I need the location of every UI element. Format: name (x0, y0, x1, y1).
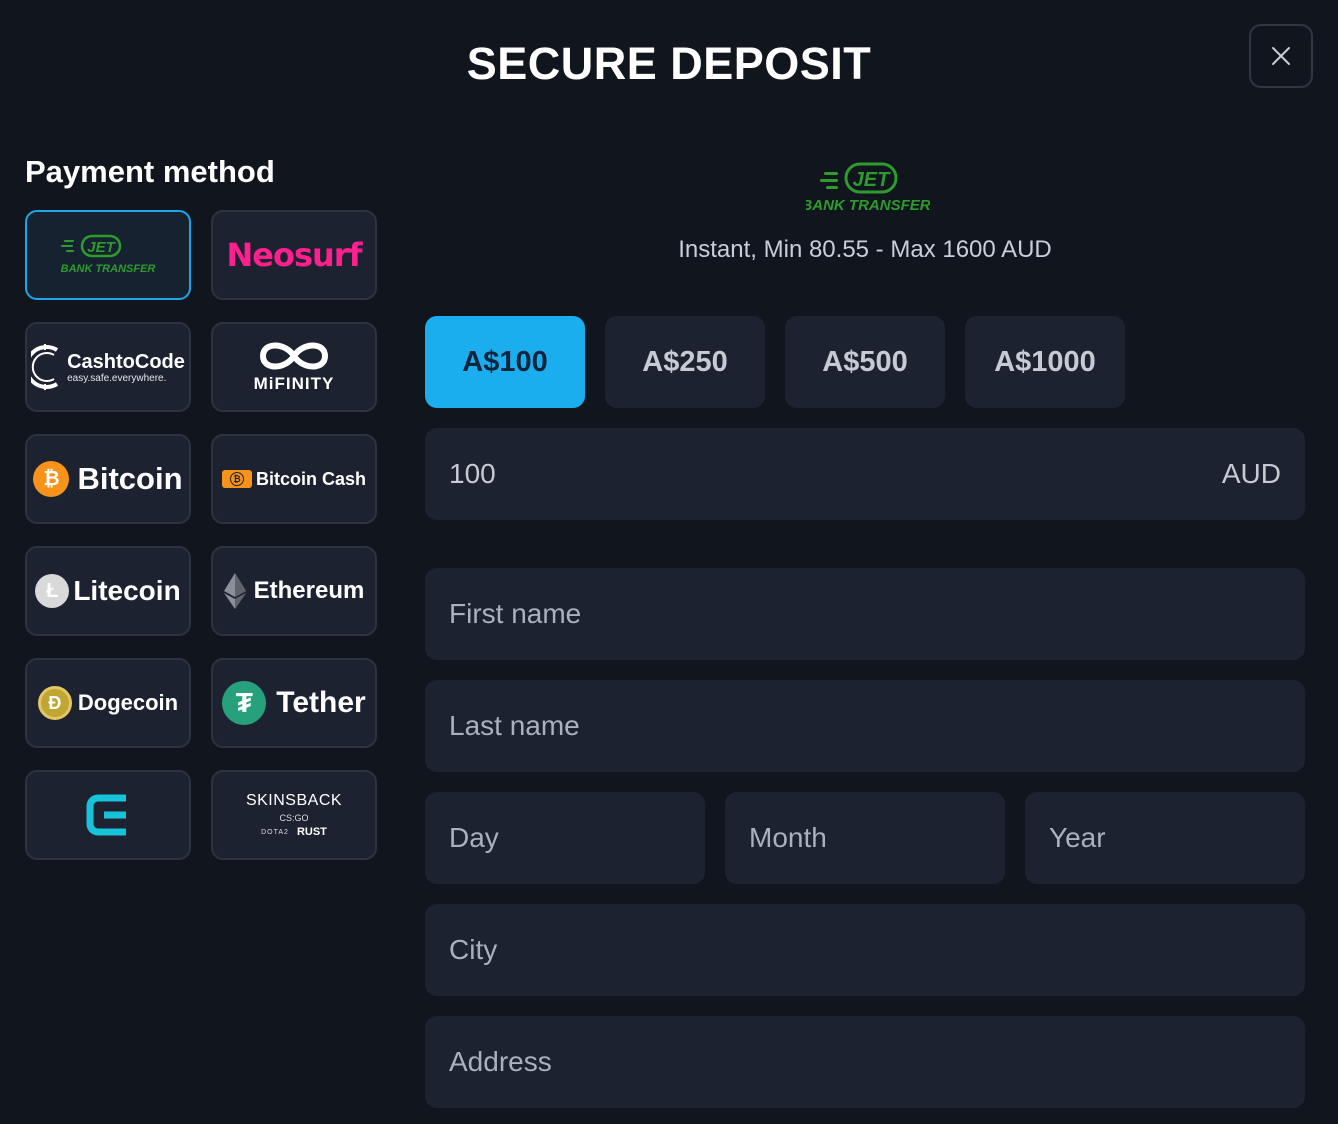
city-input[interactable] (449, 934, 1281, 966)
cashtocode-tagline: easy.safe.everywhere. (67, 372, 167, 384)
payment-method-bitcoin-cash[interactable]: ₿ Bitcoin Cash (211, 434, 377, 524)
svg-text:JET: JET (87, 239, 116, 256)
first-name-input[interactable] (449, 598, 1281, 630)
method-limits-info: Instant, Min 80.55 - Max 1600 AUD (678, 236, 1052, 263)
last-name-field (425, 680, 1305, 772)
litecoin-label: Litecoin (73, 575, 181, 606)
amount-preset-500[interactable]: A$500 (785, 316, 945, 408)
amount-presets: A$100 A$250 A$500 A$1000 (425, 316, 1125, 408)
last-name-input[interactable] (449, 710, 1281, 742)
rust-label: RUST (296, 826, 327, 838)
address-input[interactable] (449, 1046, 1281, 1078)
month-field (725, 792, 1005, 884)
day-field (425, 792, 705, 884)
skinsback-label: SKINSBACK (245, 792, 343, 809)
csgo-label: CS:GO (279, 813, 309, 823)
payment-method-mifinity[interactable]: MiFINITY (211, 322, 377, 412)
ethereum-icon (223, 573, 246, 609)
year-input[interactable] (1049, 822, 1281, 854)
first-name-field (425, 568, 1305, 660)
cashtocode-label: CashtoCode (67, 350, 185, 373)
close-icon (1272, 47, 1290, 65)
bitcoin-icon: ₿ (33, 461, 70, 497)
close-button[interactable] (1249, 24, 1313, 88)
payment-method-skinsback[interactable]: SKINSBACK CS:GO DOTA2 RUST (211, 770, 377, 860)
ethereum-label: Ethereum (253, 577, 365, 604)
selected-method-logo: JET BANK TRANSFER (806, 162, 930, 214)
tether-label: Tether (276, 686, 366, 719)
payment-method-bitcoin[interactable]: ₿ Bitcoin (25, 434, 191, 524)
modal-title: SECURE DEPOSIT (466, 38, 872, 89)
bitcoin-cash-label: Bitcoin Cash (255, 468, 366, 489)
cashtocode-icon (31, 344, 59, 390)
svg-text:JET: JET (853, 169, 891, 191)
svg-text:BANK TRANSFER: BANK TRANSFER (61, 263, 156, 275)
amount-input[interactable] (449, 458, 1222, 490)
payment-method-neosurf[interactable]: Neosurf (211, 210, 377, 300)
amount-preset-1000[interactable]: A$1000 (965, 316, 1125, 408)
payment-method-ethereum[interactable]: Ethereum (211, 546, 377, 636)
address-field (425, 1016, 1305, 1108)
svg-text:BANK TRANSFER: BANK TRANSFER (806, 197, 930, 214)
payment-method-tether[interactable]: ₮ Tether (211, 658, 377, 748)
payment-method-grid: JET BANK TRANSFER Neosurf CashtoCode eas… (25, 210, 377, 860)
city-field (425, 904, 1305, 996)
tether-icon: ₮ (222, 681, 267, 725)
litecoin-icon: Ł (35, 574, 70, 608)
neosurf-logo: Neosurf (226, 236, 363, 274)
infinity-icon (259, 342, 329, 370)
payment-method-jet-bank-transfer[interactable]: JET BANK TRANSFER (25, 210, 191, 300)
payment-method-dogecoin[interactable]: Ð Dogecoin (25, 658, 191, 748)
year-field (1025, 792, 1305, 884)
payment-method-heading: Payment method (25, 154, 275, 189)
payment-method-litecoin[interactable]: Ł Litecoin (25, 546, 191, 636)
amount-preset-250[interactable]: A$250 (605, 316, 765, 408)
day-input[interactable] (449, 822, 681, 854)
dota2-label: DOTA2 (261, 828, 289, 836)
currency-label: AUD (1221, 458, 1281, 489)
month-input[interactable] (749, 822, 981, 854)
amount-field: AUD (425, 428, 1305, 520)
bitcoin-cash-icon: ₿ (221, 470, 252, 488)
jet-bank-transfer-logo: JET BANK TRANSFER (61, 234, 156, 275)
dogecoin-label: Dogecoin (77, 690, 179, 715)
payment-method-cashtocode[interactable]: CashtoCode easy.safe.everywhere. (25, 322, 191, 412)
payment-method-e-wallet[interactable] (25, 770, 191, 860)
mifinity-label: MiFINITY (253, 374, 335, 393)
bitcoin-label: Bitcoin (77, 461, 183, 496)
amount-preset-100[interactable]: A$100 (425, 316, 585, 408)
e-wallet-icon (86, 794, 126, 836)
dogecoin-icon: Ð (37, 686, 72, 720)
